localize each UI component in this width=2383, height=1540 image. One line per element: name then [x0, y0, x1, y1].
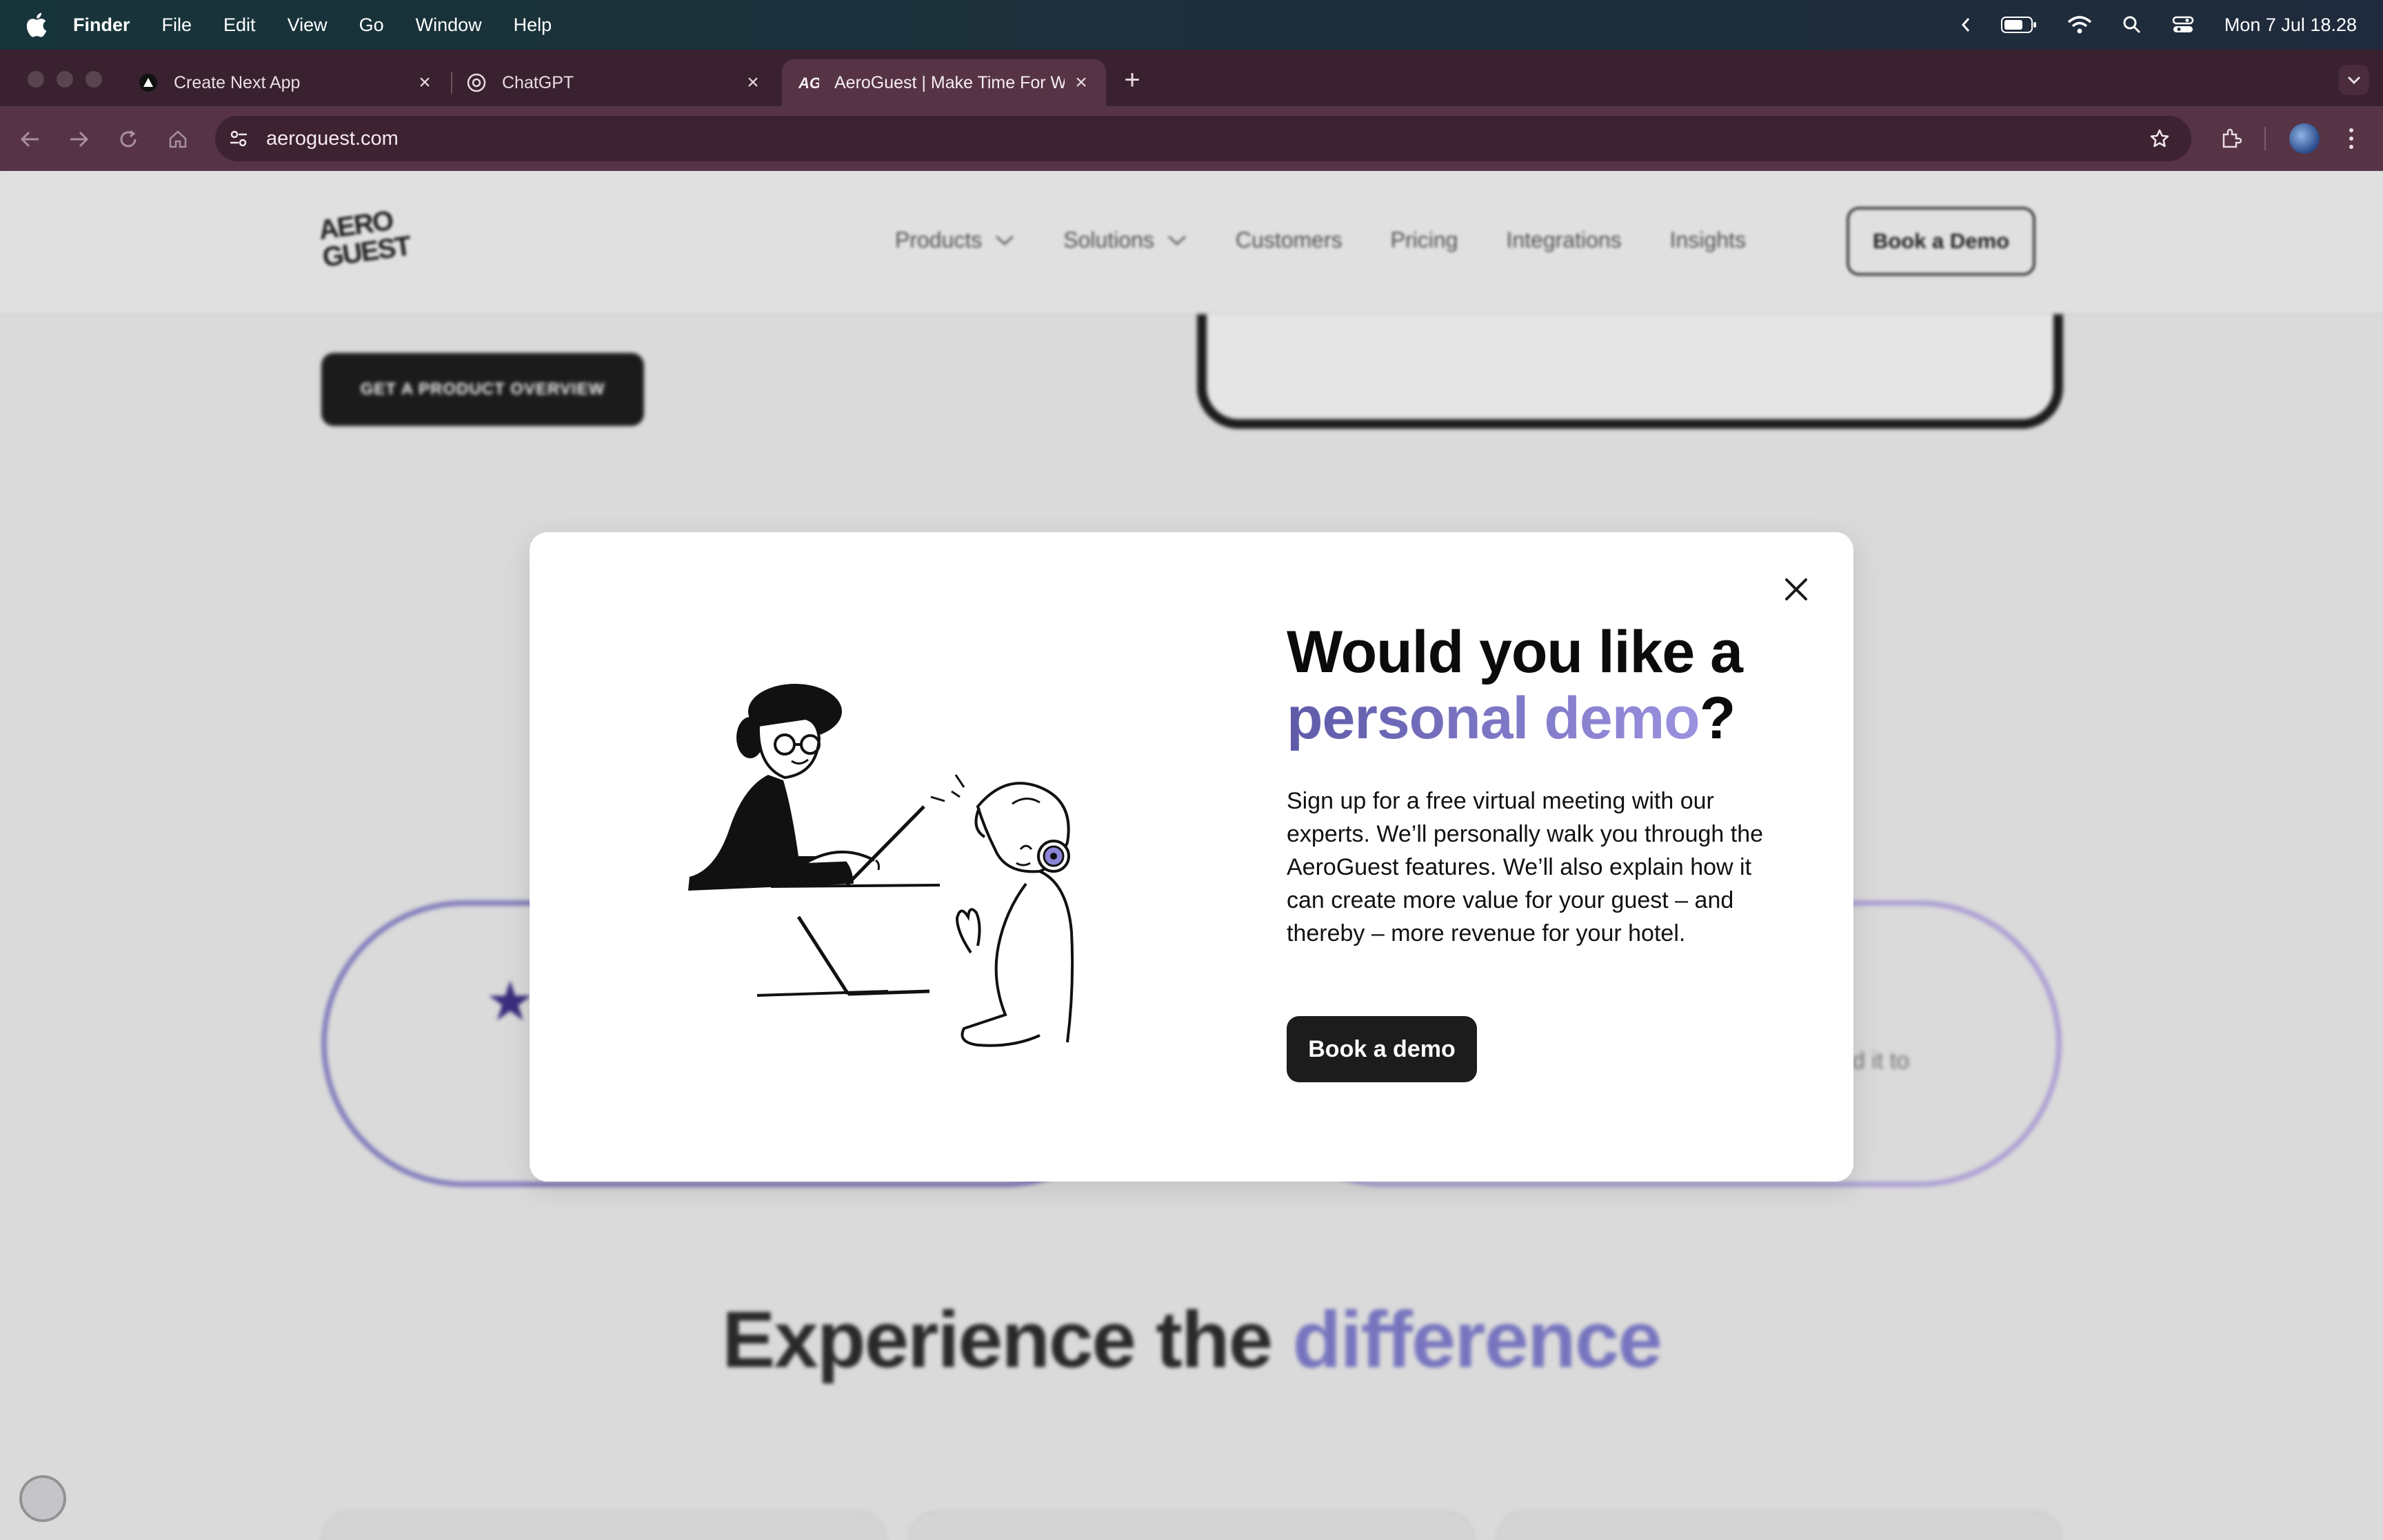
search-icon[interactable] [2122, 15, 2142, 34]
address-bar[interactable]: aeroguest.com [215, 116, 2191, 161]
more-vertical-icon [2349, 128, 2353, 149]
tab-chatgpt[interactable]: ChatGPT × [450, 59, 778, 106]
url-text[interactable]: aeroguest.com [266, 116, 399, 161]
tab-title: AeroGuest | Make Time For W [834, 72, 1065, 92]
reload-icon [120, 130, 137, 148]
menu-app-name[interactable]: Finder [73, 14, 130, 36]
bookmark-star-icon[interactable] [2146, 125, 2173, 152]
chevron-left-icon[interactable] [1961, 17, 1971, 33]
man-at-laptop-figure [688, 684, 941, 891]
video-call-illustration [688, 684, 1074, 1047]
window-controls [28, 71, 102, 88]
chevron-down-icon [2347, 76, 2361, 85]
book-demo-button[interactable]: Book a demo [1287, 1016, 1477, 1082]
modal-description: Sign up for a free virtual meeting with … [1287, 788, 1764, 946]
browser-menu-button[interactable] [2336, 121, 2366, 156]
browser-toolbar: aeroguest.com [0, 106, 2383, 171]
battery-icon[interactable] [2000, 16, 2037, 34]
avatar [2289, 123, 2320, 154]
menu-file[interactable]: File [162, 14, 192, 36]
modal-close-button[interactable] [1779, 572, 1813, 607]
apple-icon[interactable] [26, 11, 50, 39]
tab-title: ChatGPT [502, 72, 574, 92]
aeroguest-icon: AG [798, 72, 819, 93]
menu-help[interactable]: Help [514, 14, 552, 36]
extensions-button[interactable] [2213, 121, 2248, 156]
control-center-icon[interactable] [2172, 15, 2194, 34]
close-icon[interactable]: × [416, 72, 433, 93]
toolbar-separator [2264, 127, 2266, 150]
close-icon [1785, 578, 1807, 600]
arrow-right-icon [70, 131, 89, 148]
menu-edit[interactable]: Edit [223, 14, 256, 36]
minimize-window-button[interactable] [57, 71, 73, 88]
home-button[interactable] [163, 124, 193, 154]
wifi-icon[interactable] [2067, 15, 2092, 34]
forward-button[interactable] [63, 124, 94, 154]
new-tab-button[interactable]: + [1120, 66, 1145, 94]
arrow-left-icon [20, 131, 39, 148]
modal-title: Would you like a personal demo? [1287, 619, 1811, 751]
tab-search-button[interactable] [2339, 65, 2369, 95]
tab-create-next-app[interactable]: Create Next App × [121, 59, 450, 106]
puzzle-icon [2222, 128, 2242, 148]
site-settings-icon[interactable] [225, 125, 252, 152]
tab-title: Create Next App [174, 72, 301, 92]
close-icon[interactable]: × [1073, 72, 1089, 93]
reload-button[interactable] [113, 124, 143, 154]
svg-text:AG: AG [798, 74, 819, 92]
modal-title-punctuation: ? [1699, 685, 1736, 751]
menu-window[interactable]: Window [416, 14, 482, 36]
profile-button[interactable] [2286, 121, 2322, 156]
menu-view[interactable]: View [288, 14, 328, 36]
macos-menu-bar: Finder File Edit View Go Window Help Mon… [0, 0, 2383, 50]
back-button[interactable] [15, 124, 46, 154]
maximize-window-button[interactable] [86, 71, 102, 88]
demo-modal: Would you like a personal demo? Sign up … [530, 532, 1853, 1182]
menu-go[interactable]: Go [359, 14, 384, 36]
menu-clock[interactable]: Mon 7 Jul 18.28 [2224, 14, 2357, 36]
modal-title-text: Would you like a [1287, 619, 1743, 685]
home-icon [169, 130, 187, 148]
close-window-button[interactable] [28, 71, 44, 88]
triangle-icon [138, 72, 159, 93]
browser-tab-strip: Create Next App × ChatGPT × AG AeroGuest… [0, 50, 2383, 106]
tab-aeroguest[interactable]: AG AeroGuest | Make Time For W × [782, 59, 1106, 106]
close-icon[interactable]: × [745, 72, 761, 93]
modal-title-accent: personal demo [1287, 685, 1700, 751]
chatgpt-icon [466, 72, 487, 93]
